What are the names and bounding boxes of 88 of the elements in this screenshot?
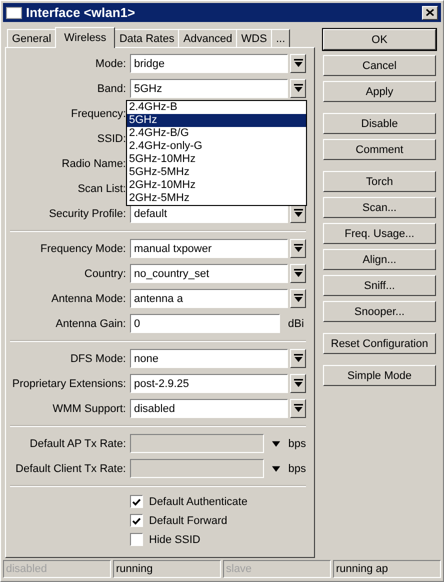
dropdown-field[interactable]: bridge (130, 54, 288, 74)
dropdown-button[interactable] (290, 204, 306, 224)
input-field[interactable]: 0 (130, 314, 280, 334)
close-button[interactable] (422, 6, 438, 20)
dropdown-option[interactable]: 5GHz (127, 114, 306, 128)
down-arrow-icon (294, 59, 303, 68)
field-label: Proprietary Extensions: (11, 378, 127, 390)
checkbox-label: Default Authenticate (149, 496, 248, 508)
dropdown-option[interactable]: 5GHz-10MHz (127, 153, 306, 166)
action-button[interactable]: Torch (323, 171, 436, 192)
checkbox-label: Default Forward (149, 514, 228, 527)
tab[interactable]: Wireless (55, 27, 116, 48)
action-button[interactable]: Disable (323, 113, 436, 134)
field-label: Scan List: (76, 182, 127, 195)
action-button[interactable]: Align... (323, 249, 436, 270)
field-label: Mode: (94, 58, 127, 70)
dropdown-field[interactable]: 5GHz (130, 79, 288, 98)
dropdown-option[interactable]: 5GHz-5MHz (127, 166, 306, 180)
action-button[interactable]: Sniff... (323, 275, 436, 296)
dropdown-button[interactable] (290, 289, 306, 308)
dropdown-option[interactable]: 2GHz-10MHz (127, 179, 306, 192)
status-cell: running (113, 560, 221, 578)
tab[interactable]: Advanced (178, 29, 238, 48)
field-label: Default AP Tx Rate: (28, 438, 127, 450)
unit-label: dBi (288, 318, 304, 330)
checkbox[interactable] (130, 514, 143, 528)
action-button[interactable]: Simple Mode (323, 365, 436, 386)
field-label: Antenna Mode: (50, 292, 127, 305)
down-arrow-icon (294, 84, 303, 94)
checkbox[interactable] (130, 495, 143, 508)
field-label: Frequency Mode: (39, 242, 127, 255)
window-title: Interface <wlan1> (26, 5, 136, 20)
dropdown-button[interactable] (290, 79, 306, 98)
dropdown-button[interactable] (290, 374, 306, 394)
down-arrow-icon (294, 404, 303, 414)
dropdown-field[interactable]: antenna a (130, 289, 288, 308)
dropdown-field[interactable]: post-2.9.25 (130, 374, 288, 394)
field-label: SSID: (96, 132, 127, 145)
unit-label: bps (288, 462, 306, 475)
down-arrow-icon[interactable] (272, 466, 280, 472)
input-field[interactable] (130, 434, 264, 454)
dropdown-field[interactable]: no_country_set (130, 264, 288, 284)
window-icon (6, 6, 22, 19)
dropdown-field[interactable]: disabled (130, 399, 288, 418)
field-label: Radio Name: (60, 158, 127, 170)
field-label: Country: (83, 268, 127, 280)
input-field[interactable] (130, 459, 264, 478)
dropdown-button[interactable] (290, 399, 306, 418)
field-label: Band: (96, 82, 127, 95)
tab[interactable]: WDS (236, 29, 272, 48)
down-arrow-icon (294, 269, 303, 278)
dropdown-field[interactable]: manual txpower (130, 239, 288, 258)
field-label: Default Client Tx Rate: (14, 462, 127, 475)
dropdown-button[interactable] (290, 349, 306, 368)
down-arrow-icon (294, 209, 303, 218)
action-button[interactable]: Comment (323, 139, 436, 160)
dropdown-option[interactable]: 2.4GHz-B (127, 101, 306, 114)
dropdown-button[interactable] (290, 54, 306, 74)
checkbox[interactable] (130, 533, 143, 546)
dropdown-button[interactable] (290, 264, 306, 284)
field-label: Frequency: (70, 108, 127, 120)
field-label: Antenna Gain: (54, 318, 127, 330)
tab[interactable]: ... (270, 29, 290, 48)
down-arrow-icon (294, 294, 303, 304)
action-button[interactable]: Freq. Usage... (323, 223, 436, 244)
checkbox-label: Hide SSID (149, 534, 200, 546)
status-cell: running ap (333, 560, 441, 578)
field-label: Security Profile: (48, 208, 127, 220)
action-button[interactable]: Scan... (323, 197, 436, 218)
down-arrow-icon (294, 379, 303, 388)
dropdown-field[interactable]: none (130, 349, 288, 368)
dropdown-option[interactable]: 2.4GHz-only-G (127, 140, 306, 154)
down-arrow-icon (294, 244, 303, 254)
dropdown-button[interactable] (290, 239, 306, 258)
field-label: DFS Mode: (69, 352, 127, 365)
field-label: WMM Support: (52, 402, 127, 415)
dropdown-option[interactable]: 2.4GHz-B/G (127, 127, 306, 140)
close-icon (426, 9, 434, 16)
down-arrow-icon[interactable] (272, 440, 280, 447)
tab[interactable]: General (7, 29, 56, 48)
action-button[interactable]: Snooper... (323, 301, 436, 322)
action-button[interactable]: Reset Configuration (323, 333, 436, 354)
unit-label: bps (288, 438, 306, 450)
action-button[interactable]: Cancel (323, 55, 436, 76)
dropdown-option[interactable]: 2GHz-5MHz (127, 192, 306, 206)
action-button[interactable]: Apply (323, 81, 436, 102)
down-arrow-icon (294, 354, 303, 364)
action-button[interactable]: OK (323, 29, 436, 50)
